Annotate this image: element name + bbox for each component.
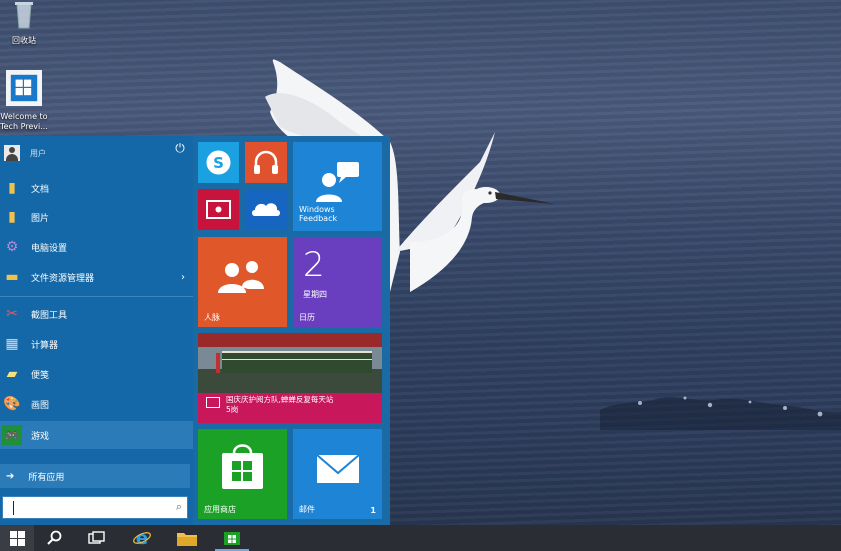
- music-tile[interactable]: [245, 142, 287, 183]
- all-apps-button[interactable]: ➔ 所有应用: [0, 464, 190, 488]
- water-splash-image: [600, 396, 841, 430]
- calendar-tile[interactable]: 2 星期四 日历: [293, 237, 382, 327]
- text-caret: [13, 501, 14, 515]
- start-item-calculator[interactable]: ▦ 计算器: [0, 330, 193, 358]
- start-item-label: 文件资源管理器: [31, 273, 95, 284]
- start-item-pictures[interactable]: ▮ 图片: [0, 203, 193, 231]
- start-item-label: 文档: [31, 184, 50, 195]
- recycle-bin-icon: [15, 2, 33, 29]
- settings-icon: ⚙: [5, 239, 19, 255]
- start-item-label: 计算器: [31, 340, 59, 351]
- video-tile[interactable]: [198, 189, 239, 230]
- task-view-button[interactable]: [80, 525, 114, 551]
- start-item-documents[interactable]: ▮ 文档: [0, 174, 193, 202]
- mail-tile[interactable]: 邮件 1: [293, 429, 382, 519]
- recycle-bin-label: 回收站: [12, 36, 36, 45]
- games-icon: 🎮: [2, 425, 22, 445]
- user-name: 用户: [30, 148, 46, 158]
- welcome-desktop-icon[interactable]: Welcome to Tech Previ...: [0, 70, 48, 132]
- calendar-weekday: 星期四: [303, 290, 327, 299]
- newspaper-icon: [206, 397, 220, 408]
- taskbar: e: [0, 525, 841, 551]
- tile-label: 邮件: [299, 505, 315, 514]
- chevron-right-icon[interactable]: ›: [181, 272, 185, 283]
- taskbar-store-button[interactable]: [215, 525, 249, 551]
- user-avatar-icon: [4, 145, 20, 161]
- taskbar-file-explorer-button[interactable]: [170, 525, 204, 551]
- start-item-file-explorer[interactable]: ▬ 文件资源管理器 ›: [0, 263, 193, 291]
- start-item-label: 截图工具: [31, 310, 68, 321]
- start-menu: 用户 ⏻ ▮ 文档 ▮ 图片 ⚙ 电脑设置 ▬ 文件资源管理器 › ✂ 截图工具…: [0, 136, 390, 525]
- news-headline-line1: 国庆庆护阅方队,蝉蝉反复每天站: [226, 395, 334, 404]
- taskbar-ie-button[interactable]: e: [125, 525, 159, 551]
- user-account-button[interactable]: 用户: [0, 140, 193, 166]
- divider: [0, 296, 193, 297]
- pictures-icon: ▮: [8, 209, 16, 225]
- internet-explorer-icon: e: [133, 528, 151, 548]
- start-button[interactable]: [0, 525, 34, 551]
- tile-label: 日历: [299, 313, 315, 322]
- skype-tile[interactable]: S: [198, 142, 239, 183]
- mail-badge-count: 1: [370, 506, 376, 515]
- taskbar-search-button[interactable]: [38, 525, 72, 551]
- power-icon[interactable]: ⏻: [173, 141, 187, 155]
- video-icon: [206, 200, 231, 219]
- all-apps-label: 所有应用: [28, 472, 65, 483]
- news-photo-image: [198, 333, 382, 393]
- windows-feedback-tile[interactable]: Windows Feedback: [293, 142, 382, 231]
- snipping-tool-icon: ✂: [6, 306, 18, 322]
- recycle-bin-desktop-icon[interactable]: 回收站: [0, 0, 48, 46]
- tile-label: 人脉: [204, 313, 220, 322]
- paint-icon: 🎨: [3, 396, 21, 412]
- start-item-label: 便笺: [31, 370, 50, 381]
- svg-text:e: e: [136, 528, 148, 548]
- windows-logo-icon: [9, 530, 25, 546]
- people-tile[interactable]: 人脉: [198, 237, 287, 327]
- headphones-icon: [254, 150, 278, 174]
- search-icon[interactable]: ⌕: [176, 500, 182, 514]
- skype-icon: S: [206, 150, 231, 175]
- start-item-label: 画图: [31, 400, 50, 411]
- documents-icon: ▮: [8, 180, 16, 196]
- cloud-icon: [252, 203, 280, 216]
- onedrive-tile[interactable]: [245, 189, 287, 230]
- start-item-label: 电脑设置: [31, 243, 68, 254]
- calendar-day: 2: [303, 245, 325, 285]
- start-item-snipping-tool[interactable]: ✂ 截图工具: [0, 300, 193, 328]
- start-item-paint[interactable]: 🎨 画图: [0, 390, 193, 418]
- file-explorer-icon: ▬: [5, 269, 19, 285]
- start-item-games[interactable]: 🎮 游戏: [0, 421, 193, 449]
- start-item-label: 游戏: [31, 431, 50, 442]
- welcome-icon: [6, 70, 42, 106]
- folder-icon: [177, 533, 197, 546]
- task-view-icon: [88, 531, 105, 544]
- store-tile[interactable]: 应用商店: [198, 429, 287, 519]
- sticky-notes-icon: ▰: [6, 366, 18, 382]
- welcome-label: Welcome to Tech Previ...: [0, 112, 48, 131]
- svg-text:S: S: [213, 154, 224, 172]
- news-tile[interactable]: 国庆庆护阅方队,蝉蝉反复每天站 5岗: [198, 333, 382, 423]
- tile-label: 应用商店: [204, 505, 236, 514]
- arrow-right-icon: ➔: [6, 470, 15, 482]
- calculator-icon: ▦: [5, 336, 19, 352]
- start-menu-app-list: 用户 ⏻ ▮ 文档 ▮ 图片 ⚙ 电脑设置 ▬ 文件资源管理器 › ✂ 截图工具…: [0, 136, 193, 525]
- start-item-pc-settings[interactable]: ⚙ 电脑设置: [0, 233, 193, 261]
- store-icon: [224, 532, 240, 545]
- news-headline-line2: 5岗: [226, 405, 239, 414]
- search-input[interactable]: ⌕: [2, 496, 188, 519]
- tile-label: Windows Feedback: [299, 205, 338, 223]
- search-icon: [47, 530, 62, 545]
- start-item-sticky-notes[interactable]: ▰ 便笺: [0, 360, 193, 388]
- start-item-label: 图片: [31, 213, 50, 224]
- news-headline: 国庆庆护阅方队,蝉蝉反复每天站 5岗: [226, 395, 376, 415]
